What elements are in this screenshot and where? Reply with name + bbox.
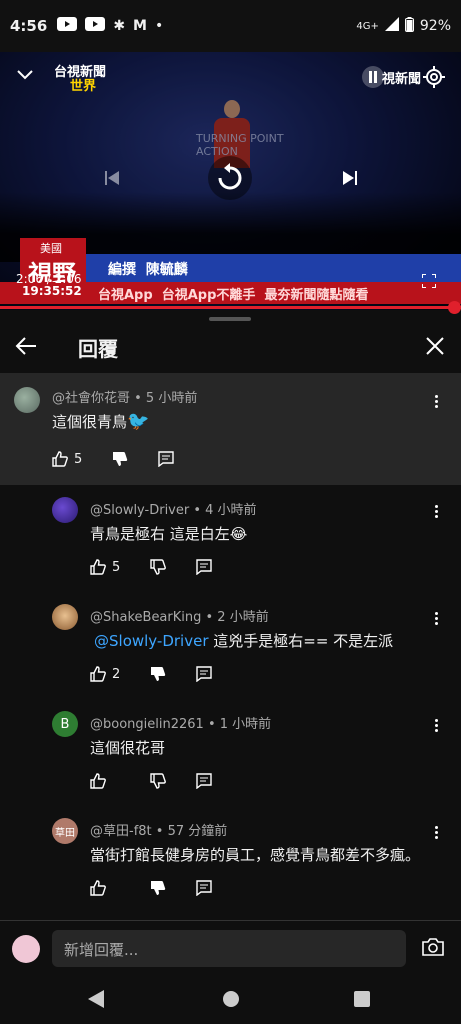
avatar[interactable] [52,604,78,630]
network-type: 4G+ [356,20,379,32]
video-scrubber-handle[interactable] [448,301,461,314]
broadcast-clock: 19:35:52 [22,284,82,298]
mcdonalds-icon: M [133,18,147,34]
comment-author[interactable]: @社會你花哥 • 5 小時前 [52,387,197,406]
replay-button[interactable] [208,156,252,200]
pinwheel-icon: ✱ [113,18,126,34]
replies-header: 回覆 [0,322,461,372]
youtube-notification-icon [57,17,78,35]
back-arrow-icon[interactable] [14,334,40,360]
youtube-notification-icon-2 [85,17,106,35]
battery-percent: 92% [419,18,451,34]
comment-text: 當街打館長健身房的員工，感覺青鳥都差不多瘋。 [90,846,421,864]
avatar-letter: B [60,716,70,732]
dislike-button[interactable] [112,451,128,467]
clock: 4:56 [10,17,48,35]
like-button[interactable] [90,880,106,896]
drag-handle[interactable] [209,317,251,321]
dislike-button[interactable] [150,880,166,896]
comment-text: @Slowly-Driver 這兇手是極右== 不是左派 [94,630,393,651]
back-nav-icon[interactable] [88,990,104,1012]
pause-button[interactable] [362,66,384,88]
dislike-button[interactable] [150,666,166,682]
comment-author[interactable]: @ShakeBearKing • 2 小時前 [90,606,269,625]
system-nav-bar [0,976,461,1024]
fullscreen-button[interactable] [418,270,440,292]
reply-icon[interactable] [196,880,212,896]
comment-author[interactable]: @草田-f8t • 57 分鐘前 [90,820,227,839]
reply-input-bar: 新增回覆... [0,920,461,976]
parent-comment: @社會你花哥 • 5 小時前 這個很青鳥🐦 5 [0,373,461,485]
comment-text-body: 青鳥是極右 這是白左 [90,525,230,543]
avatar[interactable] [52,497,78,523]
home-nav-icon[interactable] [222,990,240,1012]
laughing-emoji: 😂 [229,525,248,543]
comment-text-body: 這兇手是極右== 不是左派 [208,632,394,650]
previous-button[interactable] [100,166,124,190]
channel-logo: 台視新聞 世界 [54,66,106,94]
blue-bird-emoji: 🐦 [127,411,150,432]
recents-nav-icon[interactable] [354,991,370,1011]
reply-comment: 草田 @草田-f8t • 57 分鐘前 當街打館長健身房的員工，感覺青鳥都差不多… [0,806,461,918]
reply-comment: @Slowly-Driver • 4 小時前 青鳥是極右 這是白左😂 5 [0,485,461,592]
like-button[interactable]: 5 [52,451,82,467]
like-button[interactable] [90,773,106,789]
comment-actions: 5 [90,559,232,575]
like-count: 2 [112,666,121,682]
comment-actions: 2 [90,666,232,682]
reply-input[interactable]: 新增回覆... [52,930,406,967]
channel-logo-line2: 世界 [70,79,97,94]
like-count: 5 [74,451,83,467]
comment-actions [90,773,232,789]
comment-author[interactable]: @Slowly-Driver • 4 小時前 [90,499,257,518]
minimize-chevron-icon[interactable] [14,64,36,86]
close-icon[interactable] [423,334,449,360]
settings-gear-icon[interactable] [422,65,446,89]
reply-icon[interactable] [196,773,212,789]
reply-comment: B @boongielin2261 • 1 小時前 這個很花哥 [0,699,461,806]
video-player[interactable]: TURNING POINT ACTION 台視新聞 世界 視新聞 美國 視野 編… [0,52,461,310]
comment-text-body: 這個很青鳥 [52,413,128,431]
more-options-icon[interactable] [430,715,442,735]
camera-icon[interactable] [421,937,445,959]
dislike-button[interactable] [150,559,167,575]
status-right: 4G+ 92% [356,16,451,36]
avatar[interactable] [14,387,40,413]
more-options-icon[interactable] [430,608,442,628]
ticker-text: 台視App 台視App不離手 最夯新聞隨點隨看 [98,288,369,303]
comment-text: 青鳥是極右 這是白左😂 [90,523,247,544]
dislike-button[interactable] [150,773,166,789]
video-progress-bar[interactable] [0,306,461,309]
editor-credit: 編撰 陳毓麟 [108,262,188,278]
next-button[interactable] [338,166,362,190]
corner-watermark: 視新聞 [382,72,422,87]
more-notifications-dot-icon: • [154,18,164,34]
signal-icon [384,17,399,35]
channel-logo-line1: 台視新聞 [54,65,107,80]
battery-icon [404,16,414,36]
avatar[interactable]: B [52,711,78,737]
comment-text: 這個很花哥 [90,739,166,757]
replies-title: 回覆 [78,337,118,361]
comment-author[interactable]: @boongielin2261 • 1 小時前 [90,713,271,732]
more-options-icon[interactable] [430,822,442,842]
more-options-icon[interactable] [430,501,442,521]
mention-link[interactable]: @Slowly-Driver [94,632,209,650]
status-bar: 4:56 ✱ M • 4G+ 92% [0,0,461,52]
avatar-text: 草田 [55,827,75,839]
comment-actions [90,880,232,896]
lower-third-credit-bar: 編撰 陳毓麟 [86,254,461,282]
like-count: 5 [112,559,121,575]
comment-text: 這個很青鳥🐦 [52,411,149,432]
more-options-icon[interactable] [430,391,442,411]
my-avatar [12,935,40,963]
reply-comment: @ShakeBearKing • 2 小時前 @Slowly-Driver 這兇… [0,592,461,699]
reply-icon[interactable] [196,559,212,575]
like-button[interactable]: 5 [90,559,120,575]
reply-icon[interactable] [158,451,174,467]
comment-actions: 5 [52,451,194,467]
like-button[interactable]: 2 [90,666,120,682]
reply-icon[interactable] [196,666,212,682]
avatar[interactable]: 草田 [52,818,78,844]
